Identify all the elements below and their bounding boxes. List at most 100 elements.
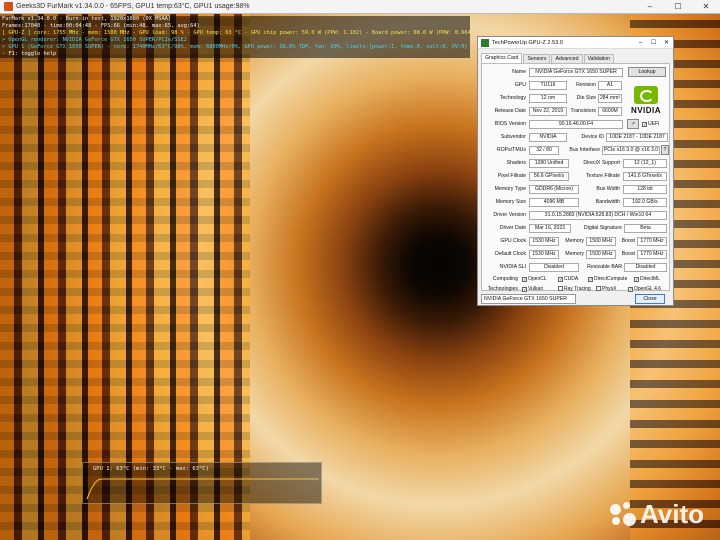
overlay-renderer-line: > OpenGL renderer: NVIDIA GeForce GTX 16… xyxy=(2,37,187,43)
gpuz-title: TechPowerUp GPU-Z 2.53.0 xyxy=(492,39,563,46)
avito-logo-icon xyxy=(609,501,636,528)
label-memory-size: Memory Size xyxy=(495,199,526,205)
label-technology: Technology xyxy=(499,95,526,101)
value-bios-version: 90.16.46.00.F4 xyxy=(529,120,623,129)
label-texture-fillrate: Texture Fillrate xyxy=(585,173,620,179)
gpuz-bottom-bar: NVIDIA GeForce GTX 1650 SUPER Close xyxy=(481,294,670,305)
overlay-gpuz-line: [ GPU-Z ] core: 1755 MHz - mem: 1500 MHz… xyxy=(2,30,470,36)
tab-graphics-card[interactable]: Graphics Card xyxy=(481,53,523,63)
value-bus-width: 128 bit xyxy=(623,185,667,194)
row-rops: ROPs/TMUs 32 / 80 Bus Interface PCIe x16… xyxy=(482,145,671,155)
label-gpu-clock: GPU Clock xyxy=(500,238,526,244)
label-nvidia-sli: NVIDIA SLI xyxy=(499,264,526,270)
value-default-memory: 1500 MHz xyxy=(586,250,616,259)
value-gpu-memory: 1500 MHz xyxy=(586,237,616,246)
value-bus-interface: PCIe x16 3.0 @ x16 3.0 xyxy=(602,146,660,155)
value-gpu-boost: 1770 MHz xyxy=(637,237,667,246)
furmark-window-titlebar: Geeks3D FurMark v1.34.0.0 - 65FPS, GPU1 … xyxy=(0,0,720,14)
label-revision: Revision xyxy=(576,82,596,88)
gpuz-minimize-button[interactable]: – xyxy=(634,40,647,46)
value-digital-signature: Beta xyxy=(624,224,667,233)
value-die-size: 284 mm² xyxy=(598,94,622,103)
row-name: Name NVIDIA GeForce GTX 1650 SUPER Looku… xyxy=(482,67,671,77)
checkbox-opencl[interactable]: ✓OpenCL xyxy=(522,275,547,283)
avito-watermark: Avito xyxy=(609,499,704,530)
checkbox-directml[interactable]: ✓DirectML xyxy=(634,275,660,283)
row-technologies: Technologies ✓Vulkan Ray Tracing PhysX ✓… xyxy=(482,284,671,294)
gpuz-window: TechPowerUp GPU-Z 2.53.0 – ☐ ✕ Graphics … xyxy=(477,36,674,306)
gpuz-maximize-button[interactable]: ☐ xyxy=(647,39,660,46)
value-shaders: 1280 Unified xyxy=(529,159,569,168)
label-driver-date: Driver Date xyxy=(499,225,526,231)
value-driver-version: 31.0.15.2883 (NVIDIA 528.83) DCH / Win10… xyxy=(529,211,667,220)
opencl-check-mark: ✓ xyxy=(522,277,527,282)
row-driver-version: Driver Version 31.0.15.2883 (NVIDIA 528.… xyxy=(482,210,671,220)
gpuz-app-icon xyxy=(481,38,489,47)
maximize-button[interactable]: ☐ xyxy=(664,2,692,11)
label-shaders: Shaders xyxy=(506,160,526,166)
window-title: Geeks3D FurMark v1.34.0.0 - 65FPS, GPU1 … xyxy=(16,3,250,10)
value-name: NVIDIA GeForce GTX 1650 SUPER xyxy=(529,68,623,77)
label-default-boost: Boost xyxy=(621,251,635,257)
tab-advanced[interactable]: Advanced xyxy=(551,54,583,63)
checkbox-cuda[interactable]: ✓CUDA xyxy=(558,275,578,283)
checkbox-vulkan[interactable]: ✓Vulkan xyxy=(522,285,543,293)
device-select[interactable]: NVIDIA GeForce GTX 1650 SUPER xyxy=(481,294,576,304)
value-subvendor: NVIDIA xyxy=(529,133,567,142)
label-bus-interface: Bus Interface xyxy=(569,147,600,153)
label-transistors: Transistors xyxy=(570,108,596,114)
directcompute-check-mark: ✓ xyxy=(588,277,593,282)
value-memory-type: GDDR6 (Micron) xyxy=(529,185,579,194)
value-pixel-fillrate: 56.6 GPixel/s xyxy=(529,172,569,181)
label-device-id: Device ID xyxy=(581,134,605,140)
row-subvendor: Subvendor NVIDIA Device ID 10DE 2187 - 1… xyxy=(482,132,671,142)
directml-check-mark: ✓ xyxy=(634,277,639,282)
gpuz-close-dialog-button[interactable]: Close xyxy=(635,294,665,304)
gpuz-close-button[interactable]: ✕ xyxy=(660,39,673,46)
opengl-check-mark: ✓ xyxy=(628,287,633,292)
physx-check-mark xyxy=(596,286,601,291)
row-default-clock: Default Clock 1530 MHz Memory 1500 MHz B… xyxy=(482,249,671,259)
label-default-clock: Default Clock xyxy=(495,251,526,257)
value-gpu: TU116 xyxy=(529,81,567,90)
bus-help-button[interactable]: ? xyxy=(661,145,669,155)
label-bios-version: BIOS Version xyxy=(494,121,526,127)
value-transistors: 6600M xyxy=(598,107,622,116)
value-driver-date: Mar 16, 2023 xyxy=(529,224,571,233)
label-pixel-fillrate: Pixel Fillrate xyxy=(497,173,526,179)
value-default-boost: 1770 MHz xyxy=(637,250,667,259)
nvidia-eye-icon xyxy=(634,86,658,104)
overlay-version-line: FurMark v1.34.0.0 - Burn-in test, 1920x1… xyxy=(2,16,172,22)
checkbox-opengl[interactable]: ✓OpenGL 4.6 xyxy=(628,285,661,293)
close-window-button[interactable]: ✕ xyxy=(692,2,720,11)
lookup-button[interactable]: Lookup xyxy=(628,67,666,77)
checkbox-physx[interactable]: PhysX xyxy=(596,285,616,293)
row-driver-date: Driver Date Mar 16, 2023 Digital Signatu… xyxy=(482,223,671,233)
value-texture-fillrate: 141.6 GTexel/s xyxy=(623,172,667,181)
opencl-label: OpenCL xyxy=(528,276,547,282)
value-revision: A1 xyxy=(598,81,622,90)
row-memory-size: Memory Size 4096 MB Bandwidth 192.0 GB/s xyxy=(482,197,671,207)
temperature-graph-label: GPU 1: 63°C (min: 33°C - max: 63°C) xyxy=(93,466,209,472)
checkbox-directcompute[interactable]: ✓DirectCompute xyxy=(588,275,627,283)
label-digital-signature: Digital Signature xyxy=(583,225,622,231)
label-computing: Computing xyxy=(492,276,518,282)
value-directx-support: 12 (12_1) xyxy=(623,159,667,168)
label-name: Name xyxy=(512,69,526,75)
cuda-label: CUDA xyxy=(564,276,579,282)
value-bandwidth: 192.0 GB/s xyxy=(623,198,667,207)
directcompute-label: DirectCompute xyxy=(594,276,628,282)
label-gpu-boost: Boost xyxy=(621,238,635,244)
row-shaders: Shaders 1280 Unified DirectX Support 12 … xyxy=(482,158,671,168)
value-memory-size: 4096 MB xyxy=(529,198,579,207)
label-technologies: Technologies xyxy=(487,286,518,292)
tab-sensors[interactable]: Sensors xyxy=(523,54,551,63)
checkbox-ray-tracing[interactable]: Ray Tracing xyxy=(558,285,591,293)
minimize-button[interactable]: – xyxy=(636,2,664,11)
tab-validation[interactable]: Validation xyxy=(583,54,614,63)
temperature-graph: GPU 1: 63°C (min: 33°C - max: 63°C) xyxy=(82,462,322,504)
value-release-date: Nov 22, 2019 xyxy=(529,107,567,116)
label-gpu: GPU xyxy=(514,82,526,88)
value-gpu-clock: 1530 MHz xyxy=(529,237,559,246)
vulkan-check-mark: ✓ xyxy=(522,287,527,292)
